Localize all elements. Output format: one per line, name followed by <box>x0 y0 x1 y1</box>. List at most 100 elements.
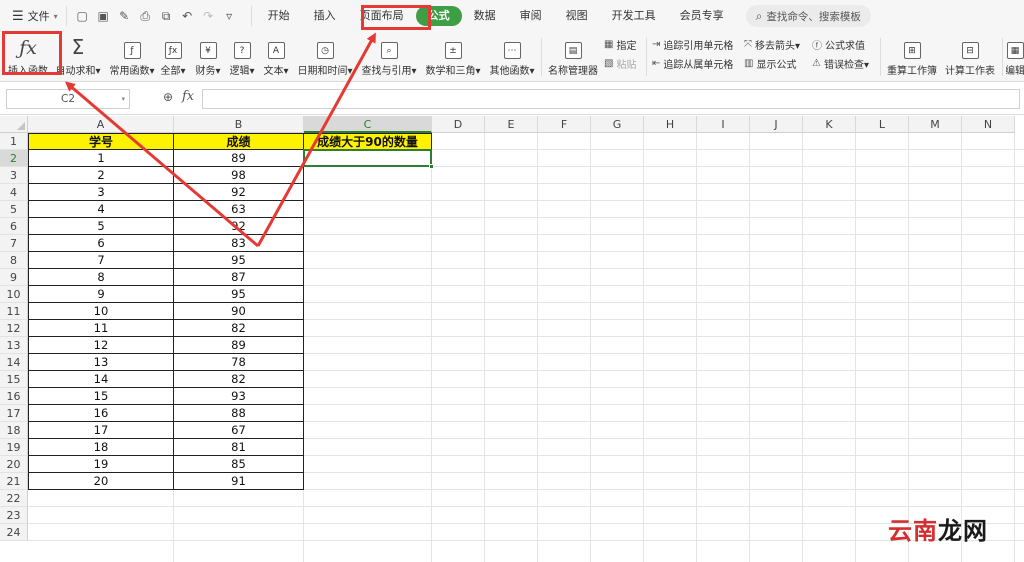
score-cell[interactable]: 92 <box>174 218 304 235</box>
trace-precedents-button[interactable]: ⇥ 追踪引用单元格 <box>652 36 733 53</box>
id-cell[interactable]: 8 <box>28 269 174 286</box>
column-header-a[interactable]: A <box>28 116 174 133</box>
score-cell[interactable]: 89 <box>174 150 304 167</box>
formula-input[interactable] <box>202 89 1020 109</box>
id-cell[interactable]: 5 <box>28 218 174 235</box>
column-header-g[interactable]: G <box>591 116 644 133</box>
id-cell[interactable]: 10 <box>28 303 174 320</box>
tab-home[interactable]: 开始 <box>256 6 302 26</box>
print-preview-icon[interactable]: ⧉ <box>157 6 176 26</box>
error-check-button[interactable]: ⚠ 错误检查▾ <box>812 55 869 72</box>
score-cell[interactable]: 67 <box>174 422 304 439</box>
tab-view[interactable]: 视图 <box>554 6 600 26</box>
score-cell[interactable]: 85 <box>174 456 304 473</box>
score-cell[interactable]: 87 <box>174 269 304 286</box>
calc-sheet-button[interactable]: ⊟ 计算工作表 <box>944 32 996 80</box>
other-functions-button[interactable]: ⋯ 其他函数▾ <box>488 32 536 80</box>
id-cell[interactable]: 3 <box>28 184 174 201</box>
score-cell[interactable]: 78 <box>174 354 304 371</box>
tab-review[interactable]: 审阅 <box>508 6 554 26</box>
id-cell[interactable]: 2 <box>28 167 174 184</box>
score-cell[interactable]: 81 <box>174 439 304 456</box>
score-cell[interactable]: 83 <box>174 235 304 252</box>
id-cell[interactable]: 13 <box>28 354 174 371</box>
column-header-j[interactable]: J <box>750 116 803 133</box>
file-menu-button[interactable]: ☰ 文件 ▾ <box>0 4 66 28</box>
text-functions-button[interactable]: A 文本▾ <box>262 32 290 80</box>
column-header-d[interactable]: D <box>432 116 485 133</box>
spreadsheet-grid[interactable]: A B C D E F G H I J K L M N 1 2 3 4 5 6 7 8 9 10 11 12 13 14 15 16 17 1… <box>0 116 1024 562</box>
id-cell[interactable]: 4 <box>28 201 174 218</box>
id-cell[interactable]: 19 <box>28 456 174 473</box>
column-header-f[interactable]: F <box>538 116 591 133</box>
active-cell-c2[interactable] <box>303 149 432 167</box>
id-cell[interactable]: 14 <box>28 371 174 388</box>
column-header-m[interactable]: M <box>909 116 962 133</box>
id-cell[interactable]: 1 <box>28 150 174 167</box>
tab-formulas[interactable]: 公式 <box>415 6 462 26</box>
column-header-n[interactable]: N <box>962 116 1015 133</box>
undo-icon[interactable]: ↶ <box>178 6 197 26</box>
id-cell[interactable]: 11 <box>28 320 174 337</box>
command-search[interactable]: ⌕ 查找命令、搜索模板 <box>745 5 871 27</box>
row-header-9[interactable]: 9 <box>0 269 28 286</box>
id-cell[interactable]: 20 <box>28 473 174 490</box>
row-header-21[interactable]: 21 <box>0 473 28 490</box>
score-cell[interactable]: 95 <box>174 252 304 269</box>
row-header-5[interactable]: 5 <box>0 201 28 218</box>
tab-insert[interactable]: 插入 <box>302 6 348 26</box>
column-header-b[interactable]: B <box>174 116 304 133</box>
save-icon[interactable]: ▣ <box>94 6 113 26</box>
row-header-19[interactable]: 19 <box>0 439 28 456</box>
row-header-8[interactable]: 8 <box>0 252 28 269</box>
redo-icon[interactable]: ↷ <box>199 6 218 26</box>
logic-functions-button[interactable]: ? 逻辑▾ <box>228 32 256 80</box>
select-all-corner[interactable] <box>0 116 28 133</box>
name-box[interactable]: C2 ▾ <box>6 89 130 109</box>
new-doc-icon[interactable]: ▢ <box>73 6 92 26</box>
score-cell[interactable]: 93 <box>174 388 304 405</box>
row-header-15[interactable]: 15 <box>0 371 28 388</box>
row-header-24[interactable]: 24 <box>0 524 28 541</box>
evaluate-formula-button[interactable]: ⓕ 公式求值 <box>812 36 865 53</box>
id-cell[interactable]: 9 <box>28 286 174 303</box>
id-cell[interactable]: 18 <box>28 439 174 456</box>
lookup-functions-button[interactable]: ⌕ 查找与引用▾ <box>360 32 418 80</box>
define-name-button[interactable]: ▦ 指定 <box>604 36 636 53</box>
score-cell[interactable]: 82 <box>174 371 304 388</box>
tab-data[interactable]: 数据 <box>462 6 508 26</box>
row-header-17[interactable]: 17 <box>0 405 28 422</box>
row-header-20[interactable]: 20 <box>0 456 28 473</box>
autosum-button[interactable]: Σ 自动求和▾ <box>55 32 100 80</box>
datetime-functions-button[interactable]: ◷ 日期和时间▾ <box>296 32 354 80</box>
row-header-12[interactable]: 12 <box>0 320 28 337</box>
zoom-icon[interactable]: ⊕ <box>163 90 173 104</box>
column-header-k[interactable]: K <box>803 116 856 133</box>
row-header-1[interactable]: 1 <box>0 133 28 150</box>
row-header-10[interactable]: 10 <box>0 286 28 303</box>
column-header-i[interactable]: I <box>697 116 750 133</box>
row-header-6[interactable]: 6 <box>0 218 28 235</box>
header-cell-id[interactable]: 学号 <box>28 133 174 150</box>
id-cell[interactable]: 12 <box>28 337 174 354</box>
id-cell[interactable]: 17 <box>28 422 174 439</box>
column-header-e[interactable]: E <box>485 116 538 133</box>
customize-dropdown-icon[interactable]: ▿ <box>220 6 239 26</box>
score-cell[interactable]: 88 <box>174 405 304 422</box>
recalc-workbook-button[interactable]: ⊞ 重算工作簿 <box>884 32 940 80</box>
chevron-down-icon[interactable]: ▾ <box>121 95 125 103</box>
row-header-4[interactable]: 4 <box>0 184 28 201</box>
score-cell[interactable]: 98 <box>174 167 304 184</box>
paste-name-button[interactable]: ▧ 粘贴 <box>604 55 636 72</box>
fill-handle[interactable] <box>429 164 434 169</box>
remove-arrows-button[interactable]: ⤧ 移去箭头▾ <box>744 36 800 53</box>
fx-icon[interactable]: fx <box>182 89 194 104</box>
tab-member[interactable]: 会员专享 <box>668 6 736 26</box>
row-header-11[interactable]: 11 <box>0 303 28 320</box>
column-header-l[interactable]: L <box>856 116 909 133</box>
header-cell-count-over-90[interactable]: 成绩大于90的数量 <box>304 133 432 150</box>
header-cell-score[interactable]: 成绩 <box>174 133 304 150</box>
id-cell[interactable]: 16 <box>28 405 174 422</box>
show-formulas-button[interactable]: ▥ 显示公式 <box>744 55 796 72</box>
id-cell[interactable]: 6 <box>28 235 174 252</box>
